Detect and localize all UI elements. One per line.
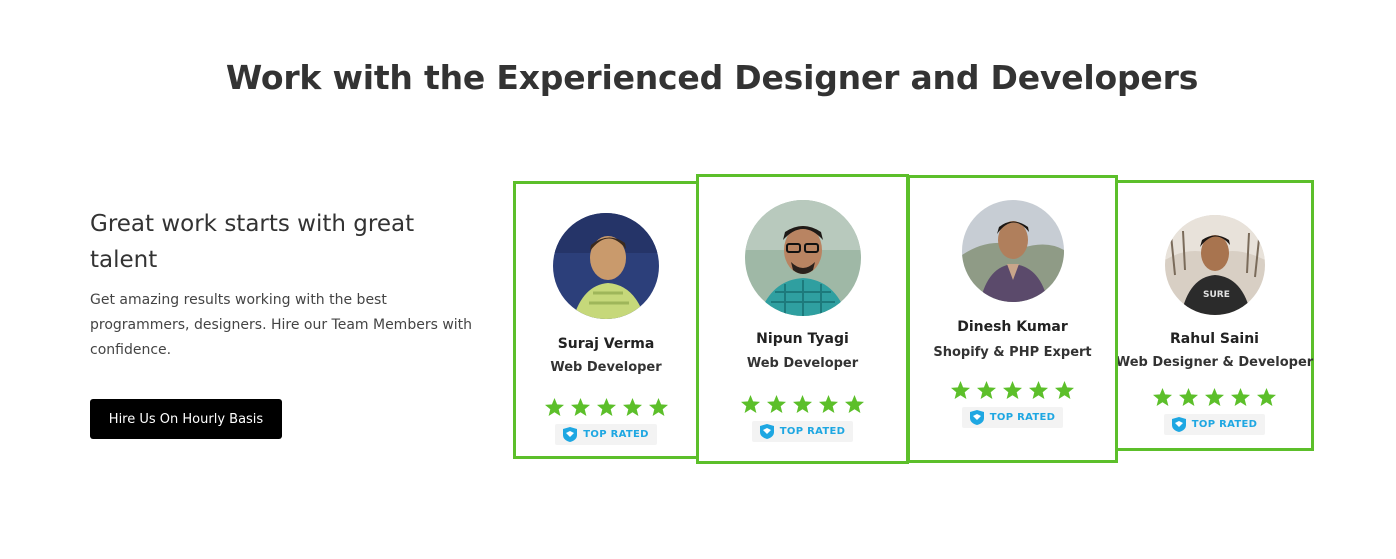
badge-label: TOP RATED bbox=[779, 426, 846, 437]
avatar-nipun-tyagi bbox=[744, 200, 861, 316]
intro-block: Great work starts with great talent Get … bbox=[90, 206, 490, 363]
star-icon bbox=[819, 395, 838, 413]
star-icon bbox=[1055, 381, 1074, 399]
shield-icon bbox=[969, 410, 984, 425]
star-icon bbox=[1029, 381, 1048, 399]
avatar-rahul-saini: SURE bbox=[1164, 215, 1265, 315]
svg-text:SURE: SURE bbox=[1203, 290, 1230, 300]
rating-stars bbox=[1152, 387, 1277, 408]
star-icon bbox=[622, 398, 642, 416]
intro-description: Get amazing results working with the bes… bbox=[90, 292, 473, 358]
top-rated-badge: TOP RATED bbox=[1163, 414, 1266, 435]
star-icon bbox=[767, 395, 786, 413]
member-role: Shopify & PHP Expert bbox=[933, 345, 1092, 360]
star-icon bbox=[1153, 388, 1172, 406]
badge-label: TOP RATED bbox=[583, 429, 649, 440]
shield-icon bbox=[1171, 417, 1186, 432]
avatar-suraj-verma bbox=[553, 213, 659, 319]
badge-label: TOP RATED bbox=[1191, 419, 1258, 430]
team-card-3: Dinesh Kumar Shopify & PHP Expert TOP RA… bbox=[907, 175, 1118, 463]
team-card-2: Nipun Tyagi Web Developer TOP RATED bbox=[696, 174, 909, 464]
team-card-1: Suraj Verma Web Developer TOP RATED bbox=[513, 181, 699, 459]
star-icon bbox=[544, 398, 564, 416]
rating-stars bbox=[950, 380, 1075, 401]
star-icon bbox=[977, 381, 996, 399]
star-icon bbox=[1205, 388, 1224, 406]
star-icon bbox=[570, 398, 590, 416]
rating-stars bbox=[740, 394, 865, 415]
member-name: Dinesh Kumar bbox=[957, 319, 1068, 335]
star-icon bbox=[793, 395, 812, 413]
avatar-dinesh-kumar bbox=[961, 200, 1064, 302]
member-role: Web Developer bbox=[746, 356, 859, 371]
member-name: Nipun Tyagi bbox=[756, 331, 849, 347]
intro-subheading: Great work starts with great talent bbox=[90, 211, 415, 273]
star-icon bbox=[1231, 388, 1250, 406]
star-icon bbox=[1257, 388, 1276, 406]
hire-hourly-button[interactable]: Hire Us On Hourly Basis bbox=[90, 399, 282, 439]
star-icon bbox=[648, 398, 668, 416]
star-icon bbox=[1179, 388, 1198, 406]
star-icon bbox=[741, 395, 760, 413]
member-name: Suraj Verma bbox=[557, 336, 655, 352]
section-heading: Work with the Experienced Designer and D… bbox=[225, 58, 1199, 97]
rating-stars bbox=[544, 397, 669, 418]
member-name: Rahul Saini bbox=[1170, 331, 1259, 347]
member-role: Web Designer & Developer bbox=[1115, 355, 1314, 370]
badge-label: TOP RATED bbox=[989, 412, 1056, 423]
star-icon bbox=[845, 395, 864, 413]
shield-icon bbox=[563, 427, 578, 442]
star-icon bbox=[1003, 381, 1022, 399]
team-card-4: SURE Rahul Saini Web Designer & Develope… bbox=[1115, 180, 1314, 451]
star-icon bbox=[596, 398, 616, 416]
top-rated-badge: TOP RATED bbox=[751, 421, 854, 442]
top-rated-badge: TOP RATED bbox=[961, 407, 1064, 428]
member-role: Web Developer bbox=[550, 360, 662, 375]
star-icon bbox=[951, 381, 970, 399]
shield-icon bbox=[759, 424, 774, 439]
top-rated-badge: TOP RATED bbox=[555, 424, 657, 445]
